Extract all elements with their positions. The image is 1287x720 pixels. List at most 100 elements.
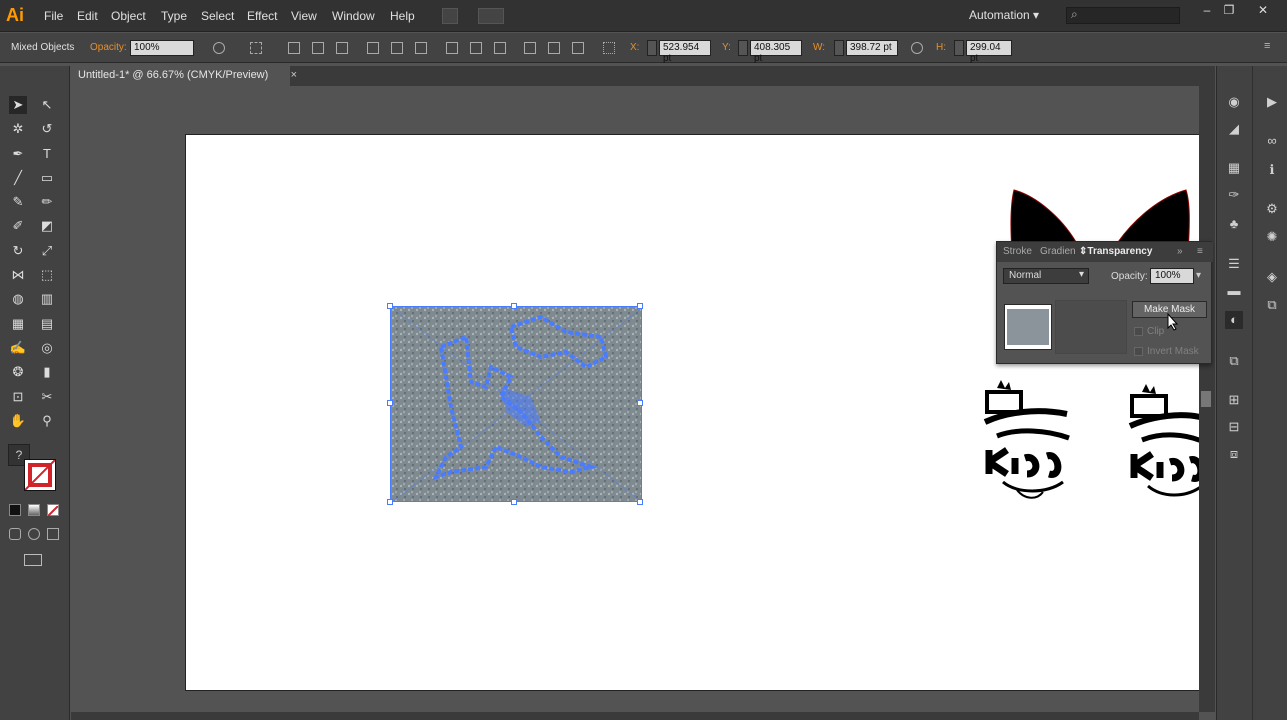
hand-tool[interactable]: ✋ — [9, 412, 27, 430]
draw-normal-icon[interactable] — [9, 528, 21, 540]
screen-mode-icon[interactable] — [24, 554, 42, 566]
transparency-opacity-field[interactable]: 100% — [1150, 268, 1194, 284]
eyedropper-tool[interactable]: ✍ — [9, 339, 27, 357]
resize-handle[interactable] — [637, 303, 643, 309]
document-tab[interactable]: Untitled-1* @ 66.67% (CMYK/Preview) × — [70, 66, 297, 86]
placed-image[interactable] — [390, 306, 642, 502]
menu-file[interactable]: File — [44, 9, 63, 23]
resize-handle[interactable] — [387, 499, 393, 505]
minimize-button[interactable]: – — [1196, 3, 1218, 19]
resize-handle[interactable] — [387, 400, 393, 406]
h-spinner[interactable] — [954, 40, 964, 56]
graphic-styles-icon[interactable]: ◢ — [1225, 120, 1243, 138]
panel-collapse-icon[interactable]: » — [1177, 246, 1183, 257]
constrain-proportions-icon[interactable] — [911, 42, 923, 54]
pathfinder-icon[interactable]: ⧈ — [1225, 445, 1243, 463]
distribute-center-icon[interactable] — [548, 42, 560, 54]
artboard-tool[interactable]: ⊡ — [9, 388, 27, 406]
resize-handle[interactable] — [637, 499, 643, 505]
appearance-icon[interactable]: ◉ — [1225, 93, 1243, 111]
resize-handle[interactable] — [511, 499, 517, 505]
distribute-top-icon[interactable] — [446, 42, 458, 54]
align-right-icon[interactable] — [336, 42, 348, 54]
document-info-icon[interactable]: ℹ — [1263, 161, 1281, 179]
vertical-scroll-thumb[interactable] — [1201, 391, 1211, 407]
shape-builder-tool[interactable]: ◍ — [9, 290, 27, 308]
menu-view[interactable]: View — [291, 9, 317, 23]
width-tool[interactable]: ⋈ — [9, 266, 27, 284]
tab-transparency[interactable]: ⇕Transparency — [1079, 246, 1152, 257]
pen-tool[interactable]: ✒ — [9, 145, 27, 163]
column-graph-tool[interactable]: ▮ — [38, 363, 56, 381]
draw-behind-icon[interactable] — [28, 528, 40, 540]
distribute-middle-icon[interactable] — [470, 42, 482, 54]
w-spinner[interactable] — [834, 40, 844, 56]
transparency-icon[interactable]: ◐ — [1225, 311, 1243, 329]
horizontal-scrollbar[interactable] — [71, 712, 1199, 720]
blob-brush-tool[interactable]: ✐ — [9, 217, 27, 235]
opacity-field[interactable]: 100% — [130, 40, 194, 56]
x-spinner[interactable] — [647, 40, 657, 56]
y-field[interactable]: 408.305 pt — [750, 40, 802, 64]
align-icon[interactable]: ⊟ — [1225, 418, 1243, 436]
lettering-artwork[interactable] — [977, 378, 1081, 500]
gradient-mode-icon[interactable] — [28, 504, 40, 516]
menu-select[interactable]: Select — [201, 9, 234, 23]
layers-icon[interactable]: ◈ — [1263, 268, 1281, 286]
menu-edit[interactable]: Edit — [77, 9, 98, 23]
swatches-icon[interactable]: ▦ — [1225, 159, 1243, 177]
rotate-tool[interactable]: ↻ — [9, 242, 27, 260]
symbols-icon[interactable]: ♣ — [1225, 215, 1243, 233]
rectangle-tool[interactable]: ▭ — [38, 169, 56, 187]
panel-menu-icon[interactable]: ≡ — [1264, 40, 1276, 52]
perspective-grid-tool[interactable]: ▥ — [38, 290, 56, 308]
draw-inside-icon[interactable] — [47, 528, 59, 540]
blend-mode-dropdown[interactable]: Normal ▾ — [1003, 268, 1089, 284]
clip-checkbox[interactable] — [1134, 327, 1143, 336]
navigator-icon[interactable]: ✺ — [1263, 228, 1281, 246]
reference-point-icon[interactable] — [603, 42, 615, 54]
align-middle-icon[interactable] — [391, 42, 403, 54]
workspace-switcher[interactable]: Automation ▾ — [969, 8, 1039, 22]
w-field[interactable]: 398.72 pt — [846, 40, 898, 56]
lettering-artwork-copy[interactable] — [1124, 382, 1199, 502]
align-top-icon[interactable] — [367, 42, 379, 54]
actions-icon[interactable]: ▶ — [1263, 93, 1281, 111]
menu-help[interactable]: Help — [390, 9, 415, 23]
gradient-icon[interactable]: ▬ — [1225, 282, 1243, 300]
tab-stroke[interactable]: Stroke — [1003, 246, 1032, 257]
gradient-tool[interactable]: ▤ — [38, 315, 56, 333]
vertical-scrollbar[interactable] — [1199, 86, 1215, 712]
menu-window[interactable]: Window — [332, 9, 375, 23]
color-mode-icon[interactable] — [9, 504, 21, 516]
brushes-icon[interactable]: ✑ — [1225, 186, 1243, 204]
mesh-tool[interactable]: ▦ — [9, 315, 27, 333]
recolor-icon[interactable] — [213, 42, 225, 54]
select-similar-icon[interactable] — [250, 42, 262, 54]
resize-handle[interactable] — [511, 303, 517, 309]
arrange-documents-button[interactable] — [478, 8, 504, 24]
stroke-swatch[interactable] — [24, 459, 56, 491]
tab-gradient[interactable]: Gradien — [1040, 246, 1076, 257]
maximize-button[interactable]: ❐ — [1218, 3, 1240, 19]
lasso-tool[interactable]: ↺ — [38, 120, 56, 138]
y-spinner[interactable] — [738, 40, 748, 56]
close-window-button[interactable]: ✕ — [1252, 3, 1274, 19]
none-mode-icon[interactable] — [47, 504, 59, 517]
symbol-sprayer-tool[interactable]: ❂ — [9, 363, 27, 381]
selection-tool[interactable]: ➤ — [9, 96, 27, 114]
bridge-button[interactable] — [442, 8, 458, 24]
opacity-chevron-icon[interactable]: ▾ — [1196, 270, 1201, 281]
pencil-tool[interactable]: ✏ — [38, 193, 56, 211]
menu-effect[interactable]: Effect — [247, 9, 277, 23]
links-icon[interactable]: ∞ — [1263, 132, 1281, 150]
distribute-left-icon[interactable] — [524, 42, 536, 54]
zoom-tool[interactable]: ⚲ — [38, 412, 56, 430]
panel-options-icon[interactable]: ≡ — [1197, 246, 1203, 257]
stroke-icon[interactable]: ☰ — [1225, 255, 1243, 273]
close-tab-icon[interactable]: × — [291, 69, 297, 81]
invert-mask-checkbox[interactable] — [1134, 347, 1143, 356]
x-field[interactable]: 523.954 pt — [659, 40, 711, 64]
type-tool[interactable]: T — [38, 145, 56, 163]
direct-selection-tool[interactable]: ↖ — [38, 96, 56, 114]
